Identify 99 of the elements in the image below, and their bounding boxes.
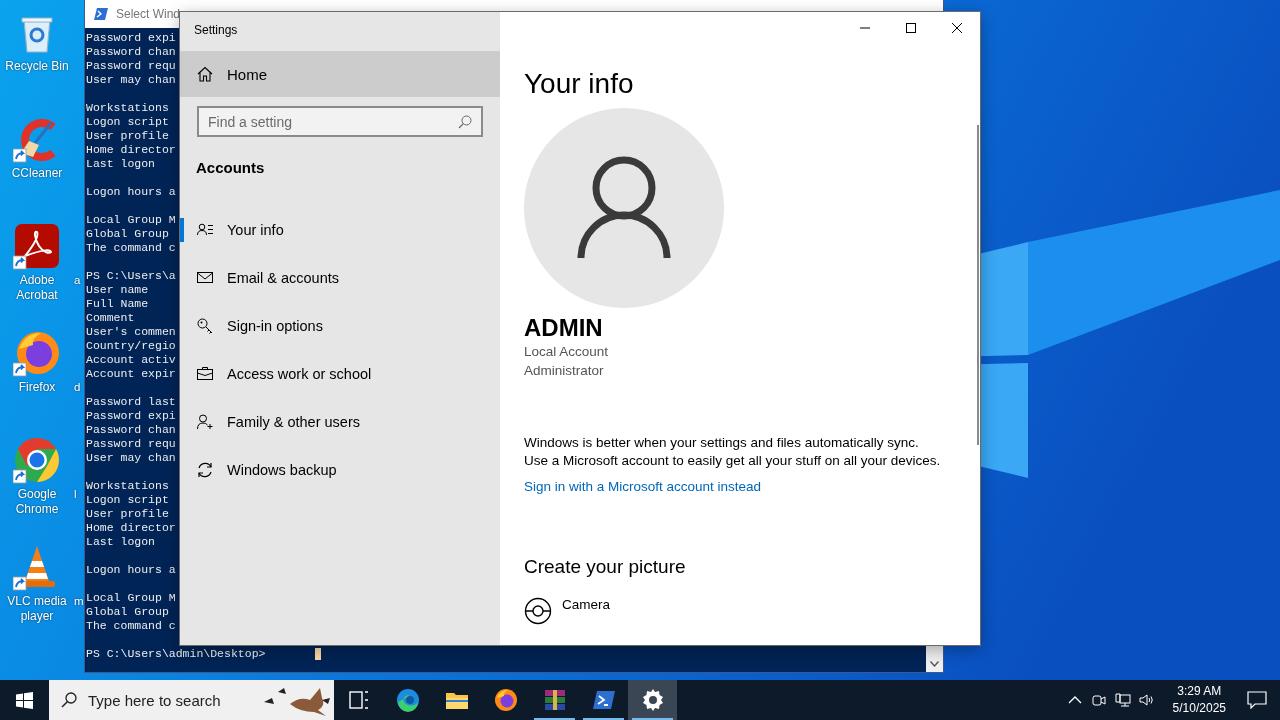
icon-label: VLC media player	[6, 594, 68, 624]
network-icon	[1114, 692, 1131, 708]
console-line: Global Group	[86, 605, 169, 619]
console-line: User may chan	[86, 73, 176, 87]
page-title: Your info	[524, 67, 635, 101]
console-line: User may chan	[86, 451, 176, 465]
icon-label: Firefox	[17, 380, 57, 395]
terminal-icon	[591, 688, 616, 712]
nav-item[interactable]: Your info	[180, 206, 500, 254]
console-line: Last logon	[86, 535, 155, 549]
console-line: Password requ	[86, 437, 176, 451]
console-line: Password requ	[86, 59, 176, 73]
console-line: Workstations	[86, 101, 169, 115]
console-line: Password last	[86, 395, 176, 409]
nav-item[interactable]: Email & accounts	[180, 254, 500, 302]
speaker-icon	[1138, 692, 1155, 708]
video-camera-icon	[1090, 692, 1107, 708]
window-title: Select Wind	[116, 7, 181, 21]
console-line: Password expi	[86, 409, 176, 423]
settings-icon	[640, 688, 665, 712]
message-icon	[1247, 691, 1267, 709]
task-view-icon	[346, 688, 371, 712]
terminal-icon	[94, 8, 108, 20]
console-line: Global Group	[86, 227, 169, 241]
home-icon	[197, 66, 213, 82]
icon-label: d	[74, 380, 81, 395]
command-prompt: PS C:\Users\admin\Desktop>	[86, 647, 266, 661]
clock[interactable]: 3:29 AM 5/10/2025	[1164, 683, 1234, 717]
console-line: Logon hours a	[86, 563, 176, 577]
console-line: Local Group M	[86, 591, 176, 605]
section-heading: Accounts	[196, 159, 266, 178]
icon-label: CCleaner	[10, 166, 64, 181]
console-line: Country/regio	[86, 339, 176, 353]
console-line: Logon hours a	[86, 185, 176, 199]
console-line: Password chan	[86, 423, 176, 437]
edge-icon	[395, 688, 420, 712]
console-line: The command c	[86, 241, 176, 255]
sync-info-text: Windows is better when your settings and files automatically sync.	[524, 434, 920, 452]
console-line: Account expir	[86, 367, 176, 381]
console-line: Password expi	[86, 31, 176, 45]
console-line: Logon script	[86, 115, 169, 129]
account-role: Administrator	[524, 362, 605, 380]
briefcase-icon	[197, 366, 213, 382]
console-line: Password chan	[86, 45, 176, 59]
maximize-icon	[906, 23, 916, 33]
taskbar-app-button[interactable]	[628, 680, 677, 720]
window-title: Settings	[193, 22, 239, 39]
console-line: Last logon	[86, 157, 155, 171]
console-line: Full Name	[86, 297, 149, 311]
console-line: Comment	[86, 311, 135, 325]
search-field[interactable]: Type here to search	[49, 680, 334, 720]
console-line: Account activ	[86, 353, 176, 367]
console-line: Home director	[86, 521, 176, 535]
account-type: Local Account	[524, 343, 610, 361]
icon-label: l	[74, 487, 77, 502]
chevron-down-icon	[930, 660, 939, 667]
console-line: Logon script	[86, 493, 169, 507]
section-heading: Create your picture	[524, 555, 687, 579]
scrollbar-thumb[interactable]	[977, 125, 979, 445]
windows-logo-icon	[15, 691, 33, 709]
search-field[interactable]: Find a setting	[197, 106, 483, 137]
icon-label: m	[74, 594, 84, 609]
close-icon	[952, 23, 962, 33]
user-name: ADMIN	[524, 314, 604, 342]
console-line: Workstations	[86, 479, 169, 493]
key-icon	[197, 318, 213, 334]
console-line: Local Group M	[86, 213, 176, 227]
fox-globe-icon[interactable]	[13, 329, 61, 377]
person-add-icon	[197, 414, 213, 430]
document-swirl-icon[interactable]	[13, 222, 61, 270]
nav-item[interactable]: Family & other users	[180, 398, 500, 446]
console-line: User profile	[86, 129, 169, 143]
console-line: PS C:\Users\a	[86, 269, 176, 283]
nav-item[interactable]: Access work or school	[180, 350, 500, 398]
microsoft-account-link[interactable]: Sign in with a Microsoft account instead	[524, 479, 762, 494]
console-line: User profile	[86, 507, 169, 521]
books-stack-icon	[542, 688, 567, 712]
console-line: User name	[86, 283, 149, 297]
console-line: User's commen	[86, 325, 176, 339]
browser-icon[interactable]	[13, 436, 61, 484]
nav-item[interactable]: Sign-in options	[180, 302, 500, 350]
home-nav-item[interactable]: Home	[180, 51, 500, 97]
person-list-icon	[197, 222, 213, 238]
search-icon	[61, 692, 77, 708]
fox-globe-icon	[493, 688, 518, 712]
icon-label: Adobe Acrobat	[15, 273, 59, 303]
console-line: Home director	[86, 143, 176, 157]
sync-icon	[197, 462, 213, 478]
nav-item[interactable]: Windows backup	[180, 446, 500, 494]
icon-label: a	[74, 273, 81, 288]
icon-label: Recycle Bin	[4, 59, 70, 74]
camera-icon[interactable]	[524, 597, 552, 625]
console-line: The command c	[86, 619, 176, 633]
option-label[interactable]: Camera	[562, 597, 610, 612]
icon-label: Google Chrome	[14, 487, 60, 517]
envelope-icon	[197, 270, 213, 286]
search-icon	[458, 115, 472, 129]
text-cursor	[315, 648, 322, 660]
sync-info-text: Use a Microsoft account to easily get all your stuff on all your devices.	[524, 452, 942, 470]
